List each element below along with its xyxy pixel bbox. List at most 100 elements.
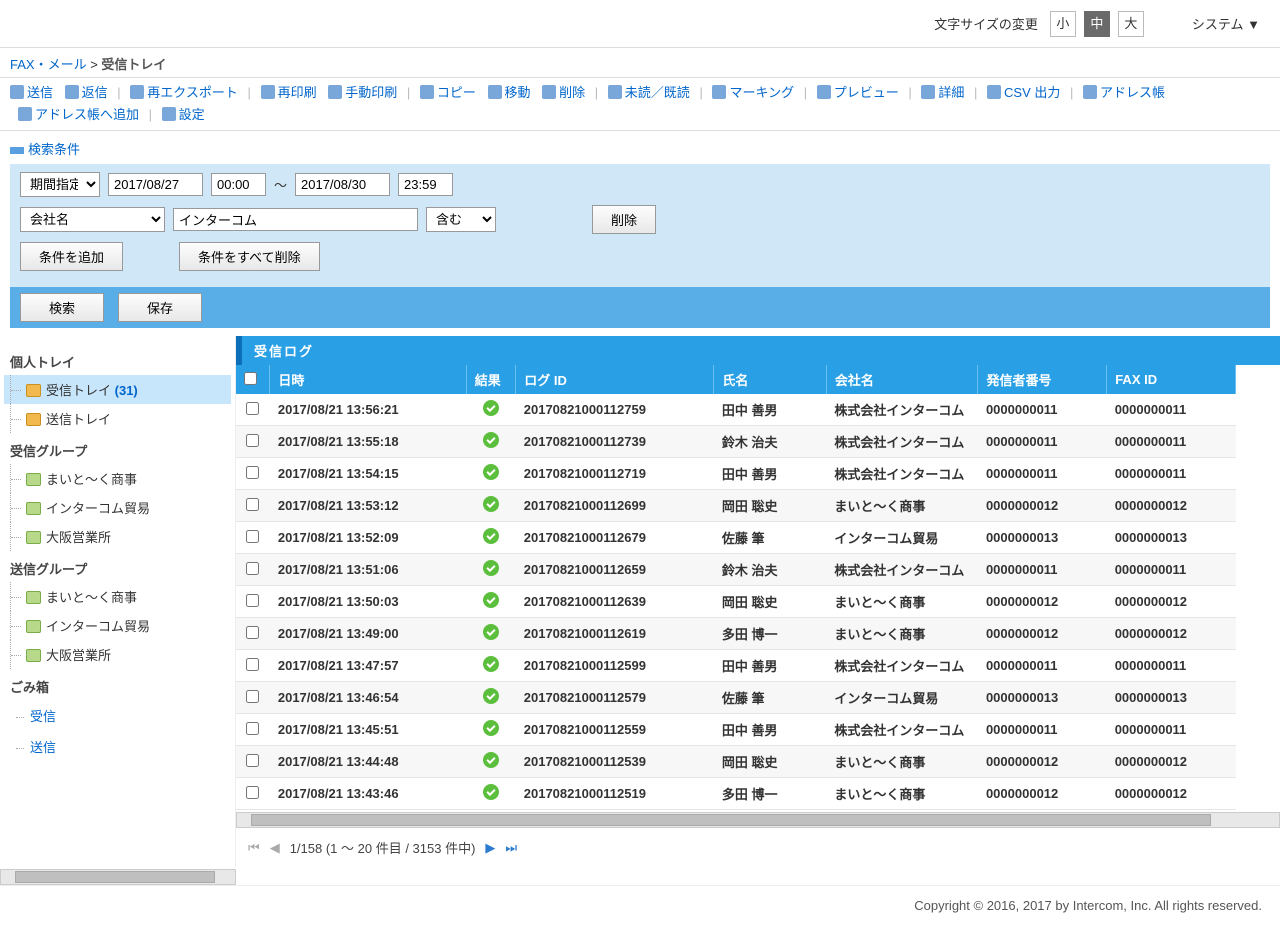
breadcrumb-current: 受信トレイ <box>101 57 166 72</box>
table-row[interactable]: 2017/08/21 13:49:0020170821000112619多田 博… <box>236 618 1236 650</box>
col-name[interactable]: 氏名 <box>714 365 826 394</box>
table-row[interactable]: 2017/08/21 13:43:4620170821000112519多田 博… <box>236 778 1236 810</box>
cell-caller: 0000000012 <box>978 586 1107 618</box>
select-all-checkbox[interactable] <box>244 372 257 385</box>
preview-button[interactable]: プレビュー <box>817 82 899 104</box>
arrow-up-icon <box>987 85 1001 99</box>
col-company[interactable]: 会社名 <box>826 365 978 394</box>
pager-next-button[interactable]: ▶ <box>485 840 495 856</box>
cell-faxid: 0000000012 <box>1107 618 1236 650</box>
delete-button[interactable]: 削除 <box>542 82 585 104</box>
table-row[interactable]: 2017/08/21 13:46:5420170821000112579佐藤 筆… <box>236 682 1236 714</box>
font-small-button[interactable]: 小 <box>1050 11 1076 37</box>
search-button[interactable]: 検索 <box>20 293 104 322</box>
csv-button[interactable]: CSV 出力 <box>987 82 1060 104</box>
move-button[interactable]: 移動 <box>488 82 531 104</box>
system-menu[interactable]: システム ▼ <box>1192 14 1260 33</box>
detail-button[interactable]: 詳細 <box>921 82 964 104</box>
table-row[interactable]: 2017/08/21 13:52:0920170821000112679佐藤 筆… <box>236 522 1236 554</box>
time-from-input[interactable] <box>211 173 266 196</box>
table-row[interactable]: 2017/08/21 13:45:5120170821000112559田中 善… <box>236 714 1236 746</box>
pager-prev-button[interactable]: ◀ <box>270 840 280 856</box>
manual-print-button[interactable]: 手動印刷 <box>328 82 397 104</box>
add-condition-button[interactable]: 条件を追加 <box>20 242 123 271</box>
cell-logid: 20170821000112579 <box>516 682 714 714</box>
match-select[interactable]: 含む <box>426 207 496 232</box>
table-row[interactable]: 2017/08/21 13:47:5720170821000112599田中 善… <box>236 650 1236 682</box>
table-row[interactable]: 2017/08/21 13:53:1220170821000112699岡田 聡… <box>236 490 1236 522</box>
horizontal-scrollbar[interactable] <box>236 812 1280 828</box>
sidebar-group-item[interactable]: 大阪営業所 <box>4 522 231 551</box>
field-select[interactable]: 会社名 <box>20 207 165 232</box>
col-result[interactable]: 結果 <box>466 365 515 394</box>
pager-last-button[interactable]: ⏭ <box>505 840 517 856</box>
row-checkbox[interactable] <box>246 402 259 415</box>
row-checkbox[interactable] <box>246 530 259 543</box>
font-medium-button[interactable]: 中 <box>1084 11 1110 37</box>
date-to-input[interactable] <box>295 173 390 196</box>
sidebar-group-item[interactable]: 大阪営業所 <box>4 640 231 669</box>
cell-caller: 0000000012 <box>978 778 1107 810</box>
marking-button[interactable]: マーキング <box>712 82 794 104</box>
sidebar-group-item[interactable]: インターコム貿易 <box>4 611 231 640</box>
row-checkbox[interactable] <box>246 690 259 703</box>
col-datetime[interactable]: 日時 <box>270 365 466 394</box>
row-checkbox[interactable] <box>246 594 259 607</box>
table-row[interactable]: 2017/08/21 13:44:4820170821000112539岡田 聡… <box>236 746 1236 778</box>
save-button[interactable]: 保存 <box>118 293 202 322</box>
col-faxid[interactable]: FAX ID <box>1107 365 1236 394</box>
success-icon <box>483 464 499 480</box>
cell-name: 鈴木 治夫 <box>714 554 826 586</box>
row-checkbox[interactable] <box>246 562 259 575</box>
trash-send-link[interactable]: 送信 <box>4 731 231 762</box>
sidebar-group-item[interactable]: まいと〜く商事 <box>4 464 231 493</box>
clear-conditions-button[interactable]: 条件をすべて削除 <box>179 242 320 271</box>
addressbook-add-button[interactable]: アドレス帳へ追加 <box>18 104 139 126</box>
breadcrumb-root[interactable]: FAX・メール <box>10 57 87 72</box>
read-unread-button[interactable]: 未読／既読 <box>608 82 690 104</box>
table-row[interactable]: 2017/08/21 13:56:2120170821000112759田中 善… <box>236 394 1236 426</box>
reexport-button[interactable]: 再エクスポート <box>130 82 238 104</box>
row-checkbox[interactable] <box>246 722 259 735</box>
trash-recv-link[interactable]: 受信 <box>4 700 231 731</box>
sidebar-scrollbar[interactable] <box>0 869 236 885</box>
row-checkbox[interactable] <box>246 434 259 447</box>
table-row[interactable]: 2017/08/21 13:51:0620170821000112659鈴木 治… <box>236 554 1236 586</box>
reprint-button[interactable]: 再印刷 <box>261 82 317 104</box>
condition-delete-button[interactable]: 削除 <box>592 205 656 234</box>
pager-first-button[interactable]: ⏮ <box>248 840 260 856</box>
time-to-input[interactable] <box>398 173 453 196</box>
log-table: 日時 結果 ログ ID 氏名 会社名 発信者番号 FAX ID 2017/08/… <box>236 365 1236 810</box>
table-row[interactable]: 2017/08/21 13:50:0320170821000112639岡田 聡… <box>236 586 1236 618</box>
cell-datetime: 2017/08/21 13:55:18 <box>270 426 466 458</box>
row-checkbox[interactable] <box>246 466 259 479</box>
reply-button[interactable]: 返信 <box>65 82 108 104</box>
cell-caller: 0000000012 <box>978 746 1107 778</box>
table-row[interactable]: 2017/08/21 13:55:1820170821000112739鈴木 治… <box>236 426 1236 458</box>
search-value-input[interactable] <box>173 208 418 231</box>
printer-icon <box>261 85 275 99</box>
addressbook-button[interactable]: アドレス帳 <box>1083 82 1165 104</box>
row-checkbox[interactable] <box>246 626 259 639</box>
row-checkbox[interactable] <box>246 754 259 767</box>
col-logid[interactable]: ログ ID <box>516 365 714 394</box>
row-checkbox[interactable] <box>246 786 259 799</box>
period-select[interactable]: 期間指定 <box>20 172 100 197</box>
font-large-button[interactable]: 大 <box>1118 11 1144 37</box>
search-title-toggle[interactable]: 検索条件 <box>10 139 1270 158</box>
cell-datetime: 2017/08/21 13:53:12 <box>270 490 466 522</box>
row-checkbox[interactable] <box>246 498 259 511</box>
sidebar-item-outbox[interactable]: 送信トレイ <box>4 404 231 433</box>
settings-button[interactable]: 設定 <box>162 104 205 126</box>
breadcrumb: FAX・メール > 受信トレイ <box>0 48 1280 78</box>
date-from-input[interactable] <box>108 173 203 196</box>
copy-button[interactable]: コピー <box>420 82 476 104</box>
sidebar-item-inbox[interactable]: 受信トレイ (31) <box>4 375 231 404</box>
row-checkbox[interactable] <box>246 658 259 671</box>
col-caller[interactable]: 発信者番号 <box>978 365 1107 394</box>
table-row[interactable]: 2017/08/21 13:54:1520170821000112719田中 善… <box>236 458 1236 490</box>
send-button[interactable]: 送信 <box>10 82 53 104</box>
sidebar-group-item[interactable]: インターコム貿易 <box>4 493 231 522</box>
sidebar-group-item[interactable]: まいと〜く商事 <box>4 582 231 611</box>
cell-logid: 20170821000112539 <box>516 746 714 778</box>
